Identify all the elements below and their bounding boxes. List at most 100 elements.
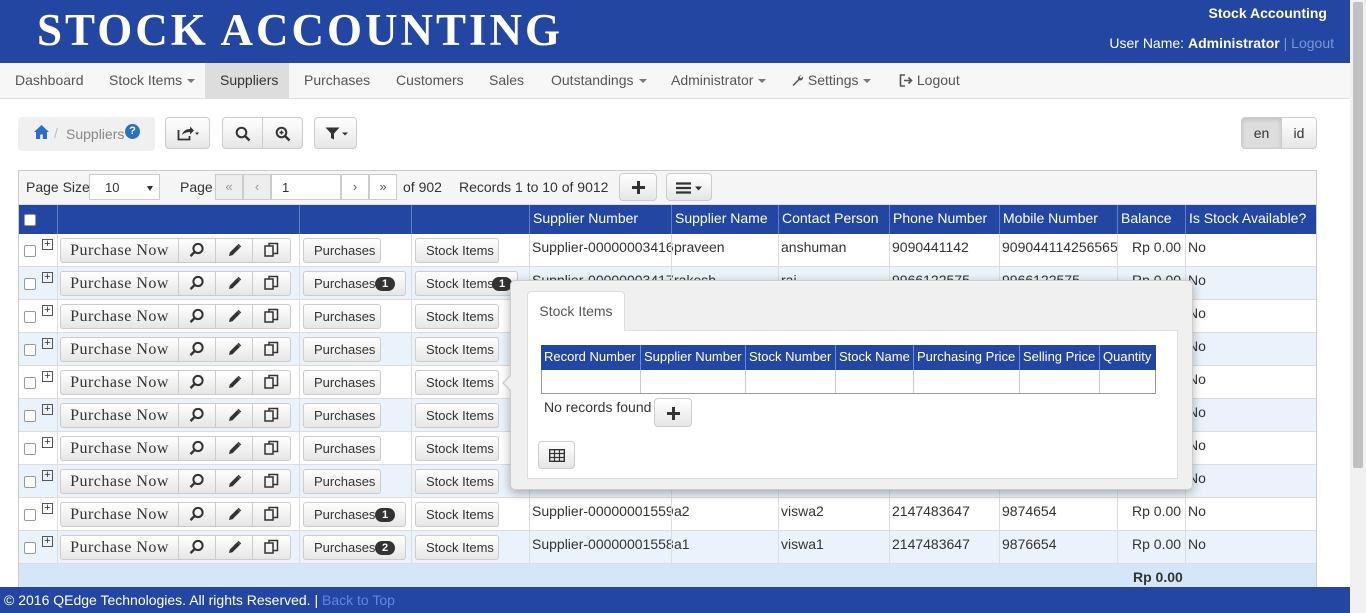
purchases-button[interactable]: Purchases xyxy=(303,436,381,461)
row-checkbox[interactable] xyxy=(24,476,36,488)
col-supplier-name[interactable]: Supplier Name xyxy=(671,205,778,234)
first-page-button[interactable]: « xyxy=(215,174,243,200)
purchase-now-button[interactable]: Purchase Now xyxy=(61,503,179,526)
home-icon[interactable] xyxy=(33,124,50,140)
row-checkbox[interactable] xyxy=(24,443,36,455)
copy-button[interactable] xyxy=(253,437,290,460)
tab-stock-items[interactable]: Stock Items xyxy=(527,291,625,331)
edit-button[interactable] xyxy=(216,371,253,394)
purchases-button[interactable]: Purchases 1 xyxy=(303,271,406,296)
purchases-button[interactable]: Purchases 1 xyxy=(303,502,406,527)
view-button[interactable] xyxy=(179,371,216,394)
stock-items-button[interactable]: Stock Items xyxy=(415,337,499,362)
purchase-now-button[interactable]: Purchase Now xyxy=(61,239,179,262)
view-button[interactable] xyxy=(179,404,216,427)
export-button[interactable] xyxy=(165,117,210,149)
purchases-button[interactable]: Purchases xyxy=(303,403,381,428)
copy-button[interactable] xyxy=(253,470,290,493)
expand-row-icon[interactable]: + xyxy=(42,404,53,415)
next-page-button[interactable]: › xyxy=(341,174,369,200)
expand-row-icon[interactable]: + xyxy=(42,272,53,283)
stock-items-button[interactable]: Stock Items xyxy=(415,469,499,494)
edit-button[interactable] xyxy=(216,305,253,328)
view-button[interactable] xyxy=(179,503,216,526)
row-checkbox[interactable] xyxy=(24,311,36,323)
edit-button[interactable] xyxy=(216,536,253,559)
col-mobile-number[interactable]: Mobile Number xyxy=(999,205,1117,234)
col-stock-available[interactable]: Is Stock Available? xyxy=(1185,205,1316,234)
col-purchasing-price[interactable]: Purchasing Price xyxy=(913,345,1019,370)
add-stock-item-button[interactable] xyxy=(654,398,692,427)
purchase-now-button[interactable]: Purchase Now xyxy=(61,338,179,361)
nav-dashboard[interactable]: Dashboard xyxy=(0,63,99,98)
view-button[interactable] xyxy=(179,470,216,493)
language-en-button[interactable]: en xyxy=(1241,117,1282,149)
purchase-now-button[interactable]: Purchase Now xyxy=(61,371,179,394)
stock-items-button[interactable]: Stock Items xyxy=(415,502,499,527)
purchases-button[interactable]: Purchases xyxy=(303,238,381,263)
stock-items-button[interactable]: Stock Items 1 xyxy=(415,271,518,296)
edit-button[interactable] xyxy=(216,338,253,361)
expand-row-icon[interactable]: + xyxy=(42,470,53,481)
copy-button[interactable] xyxy=(253,371,290,394)
expand-row-icon[interactable]: + xyxy=(42,239,53,250)
purchase-now-button[interactable]: Purchase Now xyxy=(61,404,179,427)
col-balance[interactable]: Balance xyxy=(1117,205,1185,234)
edit-button[interactable] xyxy=(216,437,253,460)
copy-button[interactable] xyxy=(253,404,290,427)
view-button[interactable] xyxy=(179,536,216,559)
purchases-button[interactable]: Purchases xyxy=(303,337,381,362)
row-checkbox[interactable] xyxy=(24,344,36,356)
view-button[interactable] xyxy=(179,437,216,460)
copy-button[interactable] xyxy=(253,272,290,295)
purchases-button[interactable]: Purchases 2 xyxy=(303,535,406,560)
view-button[interactable] xyxy=(179,305,216,328)
purchases-button[interactable]: Purchases xyxy=(303,370,381,395)
view-button[interactable] xyxy=(179,239,216,262)
stock-items-button[interactable]: Stock Items xyxy=(415,535,499,560)
language-id-button[interactable]: id xyxy=(1281,117,1317,149)
stock-items-button[interactable]: Stock Items xyxy=(415,403,499,428)
row-checkbox[interactable] xyxy=(24,278,36,290)
col-stock-name[interactable]: Stock Name xyxy=(835,345,913,370)
edit-button[interactable] xyxy=(216,272,253,295)
add-record-button[interactable] xyxy=(619,173,657,201)
grid-options-button[interactable] xyxy=(666,173,712,201)
header-logout-link[interactable]: Logout xyxy=(1291,35,1334,51)
nav-settings[interactable]: Settings xyxy=(776,63,886,98)
help-icon[interactable]: ? xyxy=(125,124,140,139)
expand-row-icon[interactable]: + xyxy=(42,536,53,547)
copy-button[interactable] xyxy=(253,536,290,559)
advanced-search-button[interactable] xyxy=(262,117,303,149)
filter-button[interactable] xyxy=(314,117,357,149)
search-button[interactable] xyxy=(222,117,263,149)
view-button[interactable] xyxy=(179,338,216,361)
stock-items-button[interactable]: Stock Items xyxy=(415,238,499,263)
edit-button[interactable] xyxy=(216,503,253,526)
purchase-now-button[interactable]: Purchase Now xyxy=(61,272,179,295)
row-checkbox[interactable] xyxy=(24,377,36,389)
col-supplier-number[interactable]: Supplier Number xyxy=(529,205,671,234)
purchase-now-button[interactable]: Purchase Now xyxy=(61,437,179,460)
page-scrollbar[interactable] xyxy=(1350,0,1366,613)
nav-logout[interactable]: Logout xyxy=(884,63,975,98)
col-quantity[interactable]: Quantity xyxy=(1099,345,1156,370)
col-selling-price[interactable]: Selling Price xyxy=(1019,345,1099,370)
nav-suppliers[interactable]: Suppliers xyxy=(205,63,289,98)
prev-page-button[interactable]: ‹ xyxy=(243,174,271,200)
expand-row-icon[interactable]: + xyxy=(42,503,53,514)
row-checkbox[interactable] xyxy=(24,542,36,554)
copy-button[interactable] xyxy=(253,338,290,361)
nav-customers[interactable]: Customers xyxy=(381,63,479,98)
edit-button[interactable] xyxy=(216,404,253,427)
page-number-input[interactable]: 1 xyxy=(271,174,341,200)
nav-stock-items[interactable]: Stock Items xyxy=(94,63,210,98)
col-popup-supplier-number[interactable]: Supplier Number xyxy=(640,345,745,370)
select-all-checkbox[interactable] xyxy=(24,214,36,226)
nav-outstandings[interactable]: Outstandings xyxy=(536,63,662,98)
purchase-now-button[interactable]: Purchase Now xyxy=(61,305,179,328)
expand-row-icon[interactable]: + xyxy=(42,437,53,448)
view-button[interactable] xyxy=(179,272,216,295)
row-checkbox[interactable] xyxy=(24,410,36,422)
row-checkbox[interactable] xyxy=(24,509,36,521)
